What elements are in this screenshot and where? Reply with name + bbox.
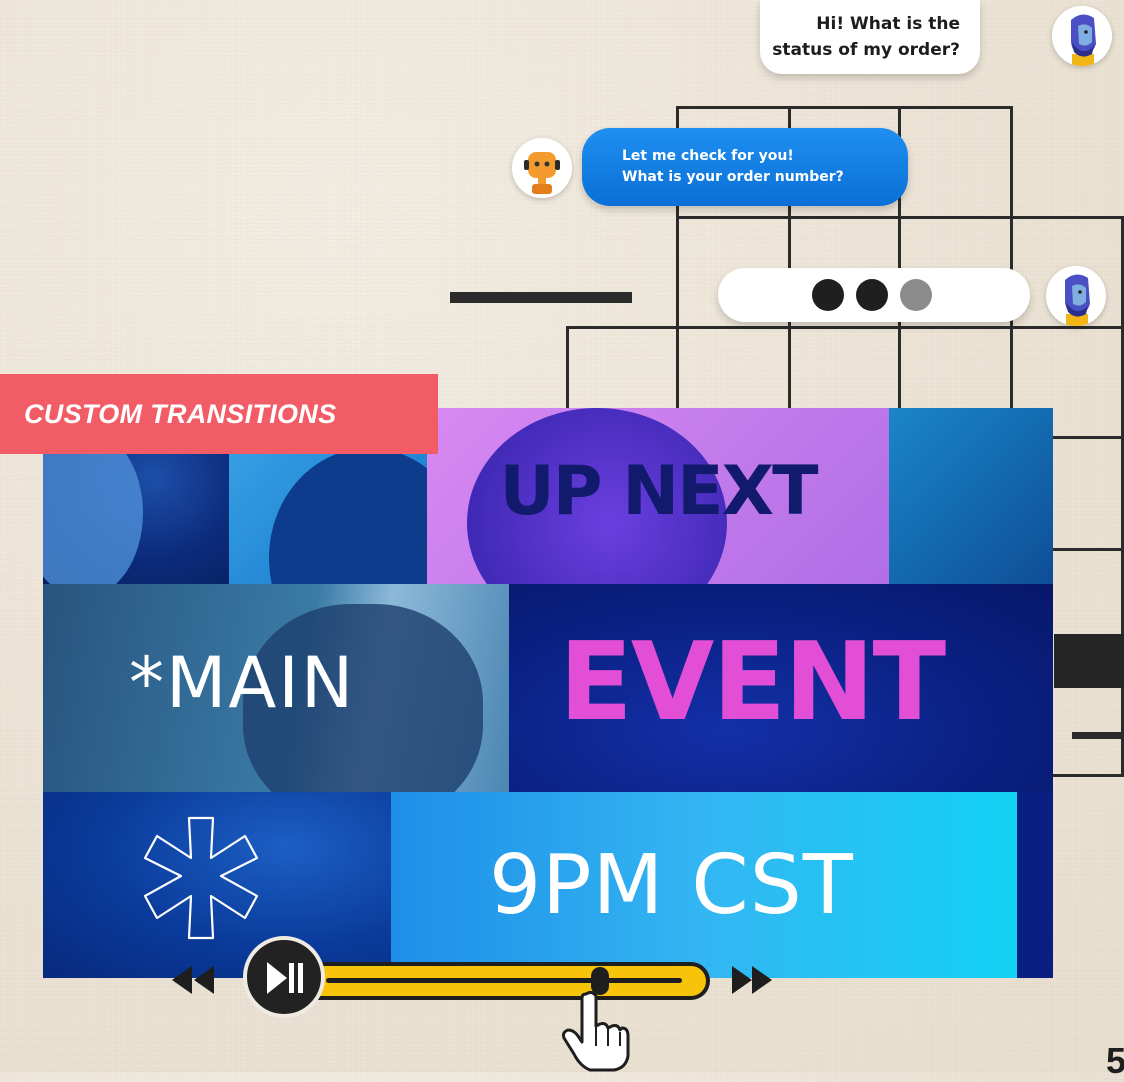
user-avatar-icon xyxy=(1046,266,1106,326)
page-number: 5 xyxy=(1105,1040,1124,1081)
user-message-bubble: Hi! What is the status of my order? xyxy=(760,0,980,74)
typing-dot xyxy=(900,279,932,311)
main-headline: *MAIN xyxy=(129,642,356,724)
video-tile xyxy=(889,408,1053,584)
up-next-headline: UP NEXT xyxy=(499,452,819,531)
event-headline: EVENT xyxy=(559,620,946,745)
bot-message-line2: What is your order number? xyxy=(622,169,844,185)
hand-pointer-icon xyxy=(562,990,630,1072)
user-avatar-icon xyxy=(1052,6,1112,66)
video-tile xyxy=(1017,792,1053,978)
play-pause-button[interactable] xyxy=(243,936,325,1018)
progress-bar[interactable] xyxy=(312,962,710,1000)
fast-forward-icon[interactable] xyxy=(728,962,776,998)
asterisk-icon xyxy=(143,816,259,940)
play-pause-icon xyxy=(267,962,303,994)
typing-dot xyxy=(812,279,844,311)
video-tile: *MAIN xyxy=(43,584,509,792)
video-tile: UP NEXT xyxy=(427,408,889,584)
video-tile xyxy=(43,792,391,978)
video-preview[interactable]: UP NEXT *MAIN EVENT 9PM CST xyxy=(43,408,1053,978)
feature-label: CUSTOM TRANSITIONS xyxy=(0,374,438,454)
feature-label-text: CUSTOM TRANSITIONS xyxy=(24,398,337,429)
typing-dot xyxy=(856,279,888,311)
bot-message-bubble: Let me check for you! What is your order… xyxy=(582,128,908,206)
event-time: 9PM CST xyxy=(489,838,854,933)
video-tile: EVENT xyxy=(509,584,1053,792)
rewind-icon[interactable] xyxy=(168,962,216,998)
user-message-line2: status of my order? xyxy=(772,40,960,60)
user-message-line1: Hi! What is the xyxy=(816,14,960,34)
video-tile: 9PM CST xyxy=(391,792,1017,978)
typing-indicator-bubble xyxy=(718,268,1030,322)
progress-track xyxy=(326,978,682,983)
bot-message-line1: Let me check for you! xyxy=(622,148,794,164)
bot-avatar-icon xyxy=(512,138,572,198)
